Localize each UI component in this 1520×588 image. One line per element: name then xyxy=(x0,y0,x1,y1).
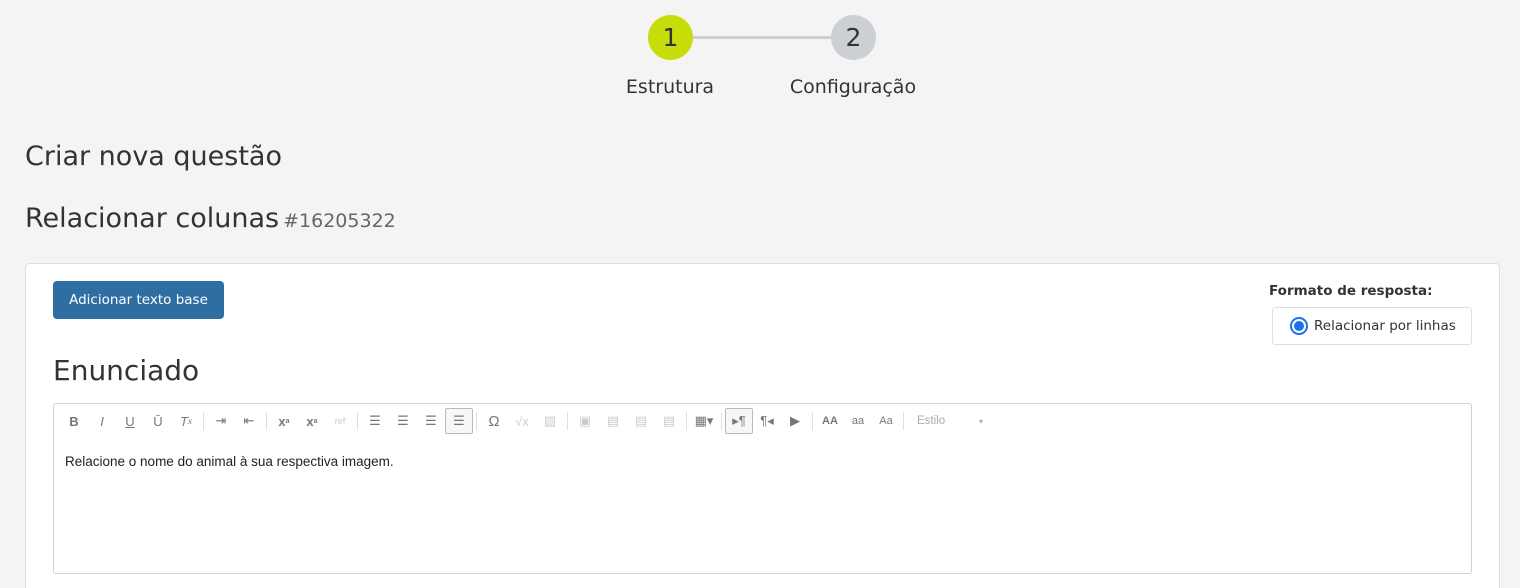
style-dropdown-label: Estilo xyxy=(917,415,946,427)
toolbar-divider xyxy=(357,412,358,430)
ref-icon[interactable]: ref xyxy=(326,408,354,434)
step-1-circle[interactable]: 1 xyxy=(648,15,693,60)
paragraph-ltr-icon[interactable]: ▸¶ xyxy=(725,408,753,434)
overline-icon[interactable]: Ū xyxy=(144,408,172,434)
lowercase-icon[interactable]: aa xyxy=(844,408,872,434)
toolbar-divider xyxy=(903,412,904,430)
question-id: #16205322 xyxy=(283,210,396,232)
toolbar-divider xyxy=(266,412,267,430)
stepper: 1 2 Estrutura Configuração xyxy=(0,0,1520,110)
toolbar-divider xyxy=(203,412,204,430)
superscript-icon[interactable]: xa xyxy=(298,408,326,434)
table-icon[interactable]: ▦▾ xyxy=(690,408,718,434)
paragraph-rtl-icon[interactable]: ¶◂ xyxy=(753,408,781,434)
toolbar-divider xyxy=(567,412,568,430)
radio-selected-icon[interactable] xyxy=(1290,317,1308,335)
add-base-text-button[interactable]: Adicionar texto base xyxy=(53,281,224,319)
response-format-option-label: Relacionar por linhas xyxy=(1314,318,1456,334)
image-right-icon[interactable]: ▤ xyxy=(655,408,683,434)
question-card: Adicionar texto base Formato de resposta… xyxy=(25,263,1500,588)
uppercase-icon[interactable]: AA xyxy=(816,408,844,434)
image-left-icon[interactable]: ▤ xyxy=(599,408,627,434)
subscript-icon[interactable]: xa xyxy=(270,408,298,434)
bold-icon[interactable]: B xyxy=(60,408,88,434)
youtube-icon[interactable]: ▶ xyxy=(781,408,809,434)
step-1-label: Estrutura xyxy=(625,76,715,98)
formula-icon[interactable]: ▨ xyxy=(536,408,564,434)
rich-text-editor[interactable]: B I U Ū Tx ⇥ ⇤ xa xa ref ☰ ☰ ☰ ☰ Ω √x ▨ … xyxy=(53,403,1472,574)
step-2-label: Configuração xyxy=(789,76,917,98)
toolbar-divider xyxy=(476,412,477,430)
enunciado-title: Enunciado xyxy=(53,354,200,387)
step-2-circle[interactable]: 2 xyxy=(831,15,876,60)
chevron-down-icon: ▾ xyxy=(978,416,983,426)
outdent-icon[interactable]: ⇤ xyxy=(235,408,263,434)
response-format-label: Formato de resposta: xyxy=(1269,283,1433,299)
page-title: Criar nova questão xyxy=(25,141,283,172)
align-left-icon[interactable]: ☰ xyxy=(361,408,389,434)
align-center-icon[interactable]: ☰ xyxy=(389,408,417,434)
omega-icon[interactable]: Ω xyxy=(480,408,508,434)
indent-icon[interactable]: ⇥ xyxy=(207,408,235,434)
underline-icon[interactable]: U xyxy=(116,408,144,434)
italic-icon[interactable]: I xyxy=(88,408,116,434)
style-dropdown[interactable]: Estilo ▾ xyxy=(907,410,987,432)
sqrt-icon[interactable]: √x xyxy=(508,408,536,434)
stepper-line xyxy=(692,36,834,39)
editor-toolbar: B I U Ū Tx ⇥ ⇤ xa xa ref ☰ ☰ ☰ ☰ Ω √x ▨ … xyxy=(60,408,987,434)
image-icon[interactable]: ▣ xyxy=(571,408,599,434)
capitalize-icon[interactable]: Aa xyxy=(872,408,900,434)
editor-content[interactable]: Relacione o nome do animal à sua respect… xyxy=(65,454,394,469)
toolbar-divider xyxy=(686,412,687,430)
image-center-icon[interactable]: ▤ xyxy=(627,408,655,434)
justify-icon[interactable]: ☰ xyxy=(445,408,473,434)
section-title-text: Relacionar colunas xyxy=(25,203,280,234)
toolbar-divider xyxy=(812,412,813,430)
toolbar-divider xyxy=(721,412,722,430)
remove-format-icon[interactable]: Tx xyxy=(172,408,200,434)
response-format-option[interactable]: Relacionar por linhas xyxy=(1272,307,1472,345)
section-title: Relacionar colunas #16205322 xyxy=(25,203,396,234)
align-right-icon[interactable]: ☰ xyxy=(417,408,445,434)
